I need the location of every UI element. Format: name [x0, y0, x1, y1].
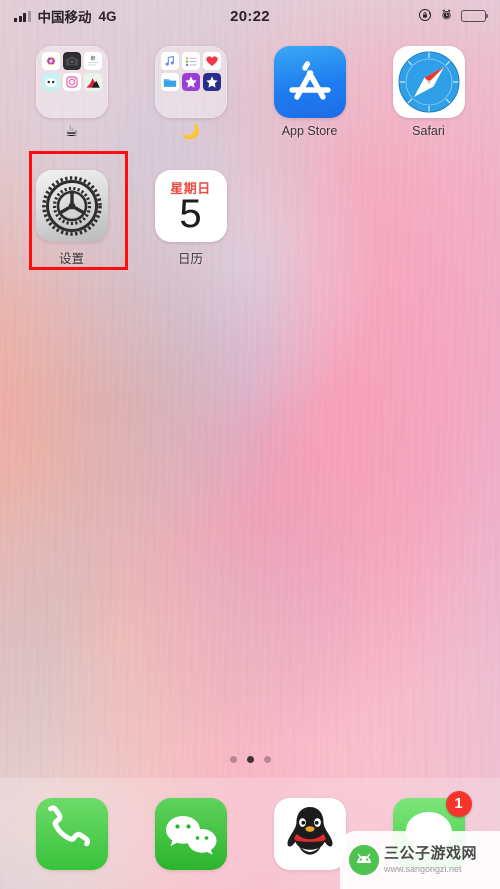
safari-label: Safari	[412, 124, 445, 138]
mini-icon-health	[202, 52, 221, 70]
alarm-clock-icon	[440, 8, 453, 24]
watermark-title: 三公子游戏网	[384, 844, 478, 862]
page-dot-3[interactable]	[263, 756, 271, 763]
network-type: 4G	[98, 8, 117, 24]
home-item-folder-one[interactable]: 節 ☕	[12, 40, 131, 140]
app-row-2: 设置 星期日 5 日历	[12, 164, 488, 267]
mini-icon-files	[160, 73, 179, 91]
mini-icon-blue-face	[41, 73, 60, 91]
phone-icon[interactable]	[35, 797, 108, 870]
page-dot-1[interactable]	[229, 756, 237, 763]
home-item-app-store[interactable]: App Store	[250, 40, 369, 140]
rotation-lock-icon	[418, 8, 432, 25]
app-grid: 節 ☕ 🌙 App Store Safari 设置 星期日 5 日历	[0, 40, 500, 267]
mini-icon-red-app	[83, 73, 102, 91]
page-dot-2[interactable]	[246, 756, 254, 763]
mini-icon-instagram	[62, 73, 81, 91]
dock-item-wechat[interactable]	[131, 797, 250, 870]
home-item-folder-two[interactable]: 🌙	[131, 40, 250, 140]
mini-icon-notes-white: 節	[83, 52, 102, 70]
calendar-icon[interactable]: 星期日 5	[154, 170, 227, 242]
svg-text:節: 節	[90, 55, 95, 62]
iphone-home-screen: 中国移动 4G 20:22 節 ☕ 🌙 App Store Safari 设置 …	[0, 0, 500, 889]
app-row-1: 節 ☕ 🌙 App Store Safari	[12, 40, 488, 140]
mini-icon-reminders	[181, 52, 200, 70]
watermark-text: 三公子游戏网 www.sangongzi.net	[384, 846, 477, 874]
home-empty-slot-1	[250, 164, 369, 267]
mini-icon-clips	[202, 73, 221, 91]
wechat-icon[interactable]	[154, 797, 227, 870]
app-store-label: App Store	[281, 124, 338, 138]
page-indicator[interactable]	[0, 756, 500, 763]
battery-icon	[461, 10, 489, 22]
mini-icon-imovie	[181, 73, 200, 91]
home-item-settings[interactable]: 设置	[12, 164, 131, 267]
folder-two-icon[interactable]	[154, 46, 227, 118]
status-bar: 中国移动 4G 20:22	[0, 0, 500, 32]
status-bar-right	[418, 8, 489, 25]
messages-badge: 1	[445, 790, 472, 817]
home-item-safari[interactable]: Safari	[369, 40, 488, 140]
home-item-calendar[interactable]: 星期日 5 日历	[131, 164, 250, 267]
settings-icon[interactable]	[35, 170, 108, 242]
signal-strength-icon	[14, 10, 31, 22]
watermark-logo-icon	[349, 845, 379, 875]
mini-icon-photos	[41, 52, 60, 70]
calendar-day-number: 5	[179, 191, 202, 236]
folder-one-icon[interactable]: 節	[35, 46, 108, 118]
watermark-url: www.sangongzi.net	[384, 863, 462, 874]
home-empty-slot-2	[369, 164, 488, 267]
folder-two-label: 🌙	[181, 123, 200, 140]
status-bar-left: 中国移动 4G	[14, 6, 117, 26]
site-watermark: 三公子游戏网 www.sangongzi.net	[340, 831, 500, 889]
settings-label: 设置	[58, 252, 84, 266]
app-store-icon[interactable]	[273, 46, 346, 118]
calendar-label: 日历	[177, 252, 203, 266]
qq-icon[interactable]	[273, 797, 346, 870]
dock-item-phone[interactable]	[12, 797, 131, 870]
mini-icon-music	[160, 52, 179, 70]
folder-one-label: ☕	[64, 123, 79, 140]
safari-icon[interactable]	[392, 46, 465, 118]
mini-icon-camera	[62, 52, 81, 70]
carrier-name: 中国移动	[37, 10, 92, 25]
